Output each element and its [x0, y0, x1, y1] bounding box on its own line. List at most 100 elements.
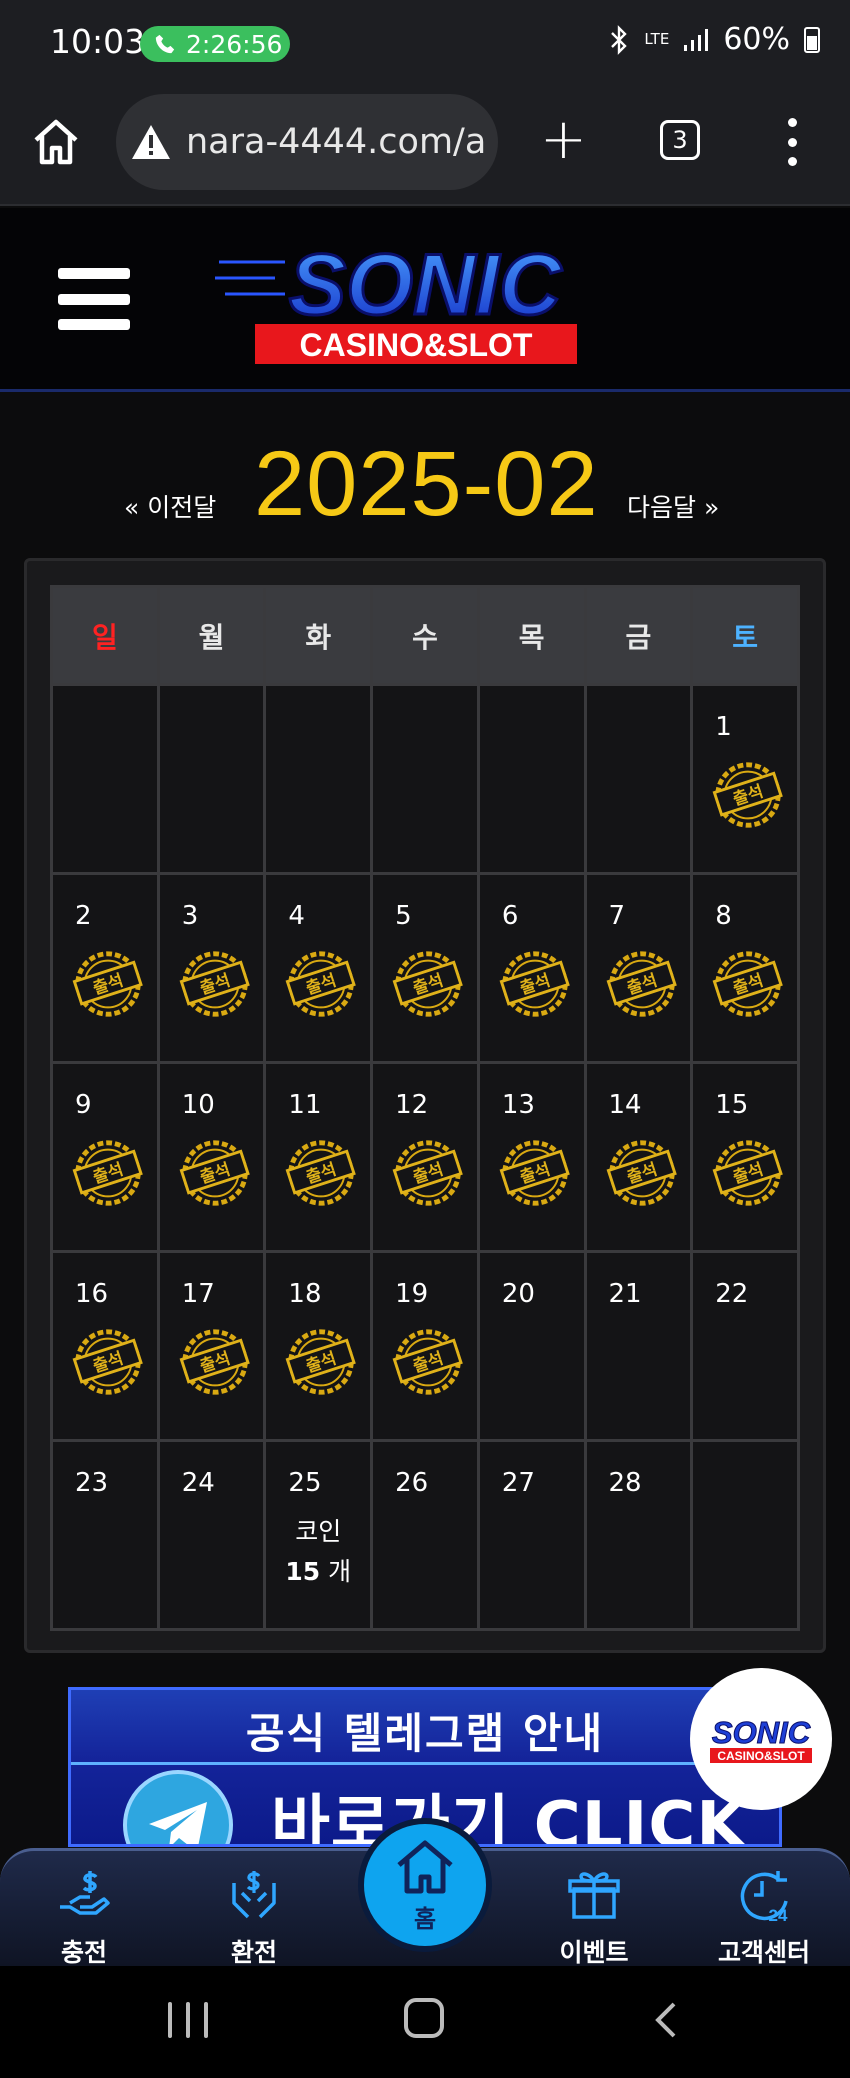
calendar-day-13[interactable]: 13 출석: [476, 1061, 587, 1253]
calendar-day-8[interactable]: 8 출석: [690, 872, 800, 1064]
calendar-day-15[interactable]: 15 출석: [690, 1061, 800, 1253]
bluetooth-icon: [611, 24, 628, 55]
browser-toolbar: nara-4444.com/a + 3: [0, 88, 850, 206]
attendance-stamp-icon: 출석: [392, 951, 463, 1017]
signal-icon: [684, 28, 709, 51]
weekday-tue: 화: [263, 585, 374, 686]
day-number: 11: [288, 1090, 322, 1120]
nav-withdraw[interactable]: 환전: [194, 1865, 314, 1969]
attendance-stamp-icon: 출석: [392, 1140, 463, 1206]
calendar-day-16[interactable]: 16 출석: [50, 1250, 160, 1442]
home-icon: [397, 1840, 453, 1893]
nav-deposit-label: 충전: [60, 1938, 107, 1967]
nav-home[interactable]: 홈: [358, 1818, 492, 1952]
next-month-link[interactable]: 다음달 »: [627, 488, 719, 524]
deposit-icon: [60, 1871, 110, 1915]
attendance-stamp-icon: 출석: [72, 951, 143, 1017]
day-number: 1: [715, 712, 732, 742]
new-tab-button[interactable]: +: [540, 112, 587, 168]
attendance-stamp-icon: 출석: [179, 1140, 250, 1206]
address-bar[interactable]: nara-4444.com/a: [116, 94, 498, 190]
prev-month-link[interactable]: « 이전달: [124, 488, 216, 524]
system-home-icon[interactable]: [404, 1998, 444, 2038]
nav-withdraw-label: 환전: [230, 1938, 277, 1967]
calendar-day-7[interactable]: 7 출석: [583, 872, 694, 1064]
calendar-empty-cell: [583, 683, 694, 875]
calendar-day-11[interactable]: 11 출석: [263, 1061, 374, 1253]
home-icon[interactable]: [30, 116, 82, 168]
calendar-day-20[interactable]: 20: [476, 1250, 587, 1442]
calendar-day-22[interactable]: 22: [690, 1250, 800, 1442]
svg-text:CASINO&SLOT: CASINO&SLOT: [300, 327, 533, 363]
calendar-day-25[interactable]: 25 코인 15 개: [263, 1439, 374, 1631]
calendar-day-1[interactable]: 1 출석: [690, 683, 800, 875]
attendance-stamp-icon: 출석: [72, 1140, 143, 1206]
call-indicator[interactable]: 2:26:56: [140, 26, 290, 62]
month-navigation: « 이전달 2025-02 다음달 »: [0, 420, 850, 535]
calendar-day-24[interactable]: 24: [156, 1439, 267, 1631]
url-text: nara-4444.com/a: [186, 122, 487, 162]
day-number: 3: [181, 901, 199, 931]
day-number: 19: [395, 1279, 429, 1309]
calendar-day-26[interactable]: 26: [370, 1439, 480, 1631]
calendar-day-3[interactable]: 3 출석: [156, 872, 267, 1064]
menu-icon[interactable]: [58, 268, 130, 330]
calendar-day-10[interactable]: 10 출석: [156, 1061, 267, 1253]
calendar-day-23[interactable]: 23: [50, 1439, 160, 1631]
weekday-sun: 일: [50, 585, 160, 686]
calendar-day-2[interactable]: 2 출석: [50, 872, 160, 1064]
day-number: 22: [715, 1279, 749, 1309]
attendance-stamp-icon: 출석: [285, 1140, 357, 1206]
calendar-day-28[interactable]: 28: [583, 1439, 694, 1631]
sonic-logo[interactable]: SONIC CASINO&SLOT: [215, 232, 615, 372]
calendar-day-27[interactable]: 27: [476, 1439, 587, 1631]
nav-event[interactable]: 이벤트: [534, 1865, 654, 1969]
day-number: 10: [181, 1090, 215, 1120]
calendar-empty-cell: [263, 683, 374, 875]
coin-label: 코인: [295, 1517, 342, 1546]
calendar-day-17[interactable]: 17 출석: [156, 1250, 267, 1442]
calendar-week: 16 출석 17 출석 18 출석 19 출석 20 21 22: [50, 1250, 800, 1442]
calendar-day-21[interactable]: 21: [583, 1250, 694, 1442]
attendance-calendar: 일 월 화 수 목 금 토 1 출석 2 출석 3 출석 4 출석 5 출석 6 출석 7 출석 8 출석 9 출…: [50, 585, 800, 1631]
day-number: 2: [75, 901, 92, 931]
nav-support[interactable]: 24 고객센터: [704, 1865, 824, 1969]
day-number: 17: [181, 1279, 215, 1309]
calendar-week: 2 출석 3 출석 4 출석 5 출석 6 출석 7 출석 8 출석: [50, 872, 800, 1064]
calendar-week: 1 출석: [50, 683, 800, 875]
tab-switcher-button[interactable]: 3: [660, 120, 700, 160]
svg-text:24: 24: [769, 1906, 788, 1925]
nav-deposit[interactable]: 충전: [24, 1865, 144, 1969]
attendance-stamp-icon: 출석: [606, 1140, 677, 1206]
sonic-mini-logo: SONIC CASINO&SLOT: [710, 1715, 812, 1763]
floating-logo-button[interactable]: SONIC CASINO&SLOT: [690, 1668, 832, 1810]
battery-icon: [804, 26, 820, 53]
calendar-day-19[interactable]: 19 출석: [370, 1250, 480, 1442]
call-timer: 2:26:56: [186, 29, 283, 59]
day-number: 28: [608, 1468, 642, 1498]
back-icon[interactable]: [650, 2000, 680, 2040]
recent-apps-icon[interactable]: [168, 2002, 208, 2038]
site-header: SONIC CASINO&SLOT: [0, 208, 850, 392]
calendar-day-5[interactable]: 5 출석: [370, 872, 480, 1064]
warning-icon: [132, 125, 170, 159]
day-number: 6: [501, 901, 519, 931]
weekday-wed: 수: [370, 585, 480, 686]
calendar-day-12[interactable]: 12 출석: [370, 1061, 480, 1253]
day-number: 25: [288, 1468, 322, 1498]
day-number: 27: [501, 1468, 535, 1498]
day-number: 14: [608, 1090, 642, 1120]
calendar-day-6[interactable]: 6 출석: [476, 872, 587, 1064]
calendar-day-9[interactable]: 9 출석: [50, 1061, 160, 1253]
more-menu-icon[interactable]: [784, 118, 800, 166]
calendar-day-18[interactable]: 18 출석: [263, 1250, 374, 1442]
day-number: 13: [501, 1090, 535, 1120]
status-time: 10:03: [50, 22, 146, 61]
calendar-day-4[interactable]: 4 출석: [263, 872, 374, 1064]
weekday-fri: 금: [583, 585, 694, 686]
gift-icon: [568, 1872, 620, 1919]
nav-support-label: 고객센터: [717, 1938, 810, 1967]
day-number: 23: [75, 1468, 109, 1498]
day-number: 20: [501, 1279, 535, 1309]
calendar-day-14[interactable]: 14 출석: [583, 1061, 694, 1253]
